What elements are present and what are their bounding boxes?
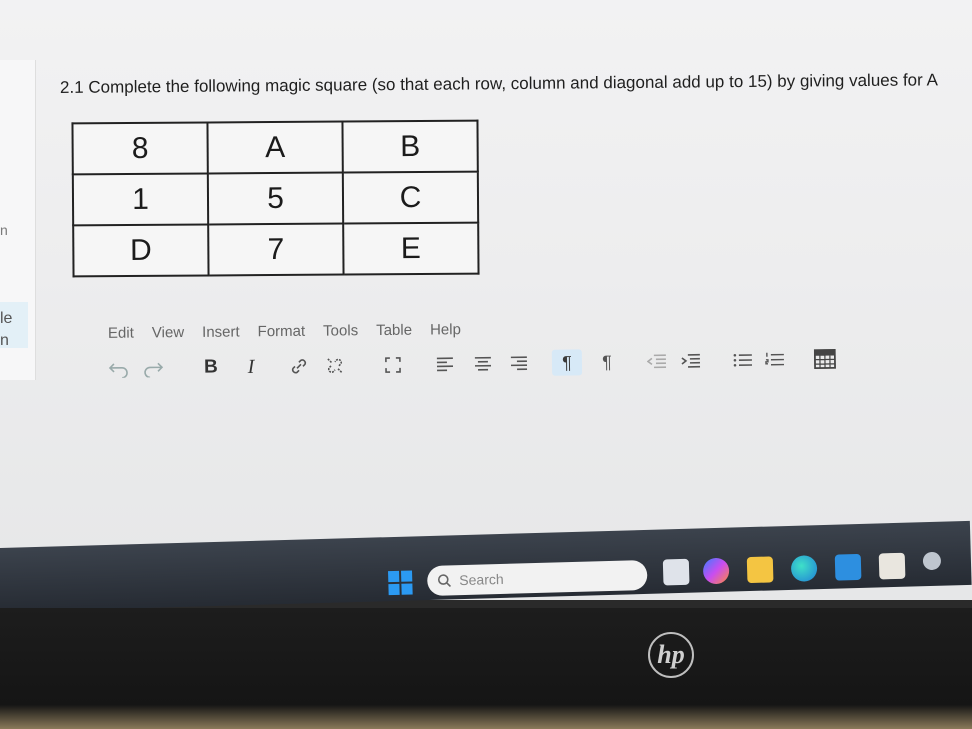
align-left-button[interactable] — [434, 351, 456, 377]
link-button[interactable] — [288, 353, 310, 379]
align-right-icon — [510, 356, 528, 371]
table-button[interactable] — [813, 346, 836, 372]
numbered-list-icon — [765, 352, 785, 366]
left-panel-fragment: le — [0, 310, 13, 327]
menu-table[interactable]: Table — [376, 322, 412, 339]
rtl-button[interactable]: ¶ — [592, 349, 622, 375]
menu-insert[interactable]: Insert — [202, 323, 240, 340]
table-cell: 5 — [207, 172, 344, 225]
bullet-list-icon — [733, 353, 753, 367]
link-icon — [291, 359, 307, 374]
search-icon — [437, 574, 452, 587]
table-row: D 7 E — [73, 222, 479, 277]
unlink-button[interactable] — [324, 353, 346, 379]
menu-help[interactable]: Help — [430, 321, 461, 338]
table-cell: 1 — [72, 173, 209, 226]
menu-format[interactable]: Format — [258, 323, 306, 340]
editor-toolbar: B I ¶ ¶ — [108, 342, 848, 386]
table-cell: D — [73, 224, 209, 277]
menu-view[interactable]: View — [152, 324, 184, 341]
menu-edit[interactable]: Edit — [108, 325, 134, 342]
left-panel-fragment: n — [0, 332, 9, 349]
align-center-icon — [474, 356, 492, 371]
fullscreen-button[interactable] — [382, 352, 404, 378]
app-icon[interactable] — [834, 553, 862, 581]
undo-button[interactable] — [108, 356, 130, 382]
question-text: 2.1 Complete the following magic square … — [59, 70, 938, 97]
magic-square-table: 8 A B 1 5 C D 7 E — [71, 120, 479, 278]
table-cell: B — [342, 120, 478, 173]
windows-start-icon[interactable] — [388, 570, 413, 596]
hp-logo: hp — [648, 632, 694, 678]
edge-browser-icon[interactable] — [790, 555, 818, 582]
unlink-icon — [327, 358, 343, 374]
indent-button[interactable] — [680, 348, 702, 374]
taskbar-search[interactable]: Search — [426, 559, 648, 597]
indent-icon — [681, 353, 701, 368]
file-explorer-icon[interactable] — [746, 556, 774, 584]
bullet-list-button[interactable] — [732, 347, 754, 373]
table-cell: E — [343, 222, 479, 275]
rtl-icon: ¶ — [601, 351, 612, 372]
italic-button[interactable]: I — [240, 354, 262, 380]
table-cell: 7 — [208, 223, 344, 276]
task-view-icon[interactable] — [662, 558, 690, 586]
table-row: 1 5 C — [72, 171, 479, 226]
align-left-icon — [436, 357, 454, 372]
align-right-button[interactable] — [508, 350, 530, 376]
table-icon — [813, 348, 836, 370]
redo-icon — [144, 362, 164, 378]
align-center-button[interactable] — [472, 351, 494, 377]
screen: n le n 2.1 Complete the following magic … — [0, 0, 972, 600]
redo-button[interactable] — [142, 355, 164, 381]
copilot-icon[interactable] — [702, 557, 730, 585]
editor-menubar: Edit View Insert Format Tools Table Help — [108, 321, 461, 342]
search-placeholder: Search — [459, 570, 504, 589]
fullscreen-icon — [385, 357, 401, 373]
bold-button[interactable]: B — [200, 354, 222, 380]
table-cell: 8 — [72, 122, 208, 175]
ltr-icon: ¶ — [561, 352, 572, 373]
outdent-icon — [646, 354, 667, 369]
tray-app-icon[interactable] — [922, 551, 942, 571]
table-row: 8 A B — [72, 120, 478, 175]
numbered-list-button[interactable] — [764, 347, 786, 373]
store-icon[interactable] — [878, 552, 906, 580]
menu-tools[interactable]: Tools — [323, 322, 358, 339]
left-panel-fragment: n — [0, 222, 8, 238]
laptop-bezel — [0, 608, 972, 729]
table-cell: A — [207, 121, 343, 174]
ltr-button[interactable]: ¶ — [551, 349, 583, 376]
undo-icon — [108, 363, 128, 378]
outdent-button[interactable] — [646, 348, 668, 374]
table-cell: C — [342, 171, 479, 224]
